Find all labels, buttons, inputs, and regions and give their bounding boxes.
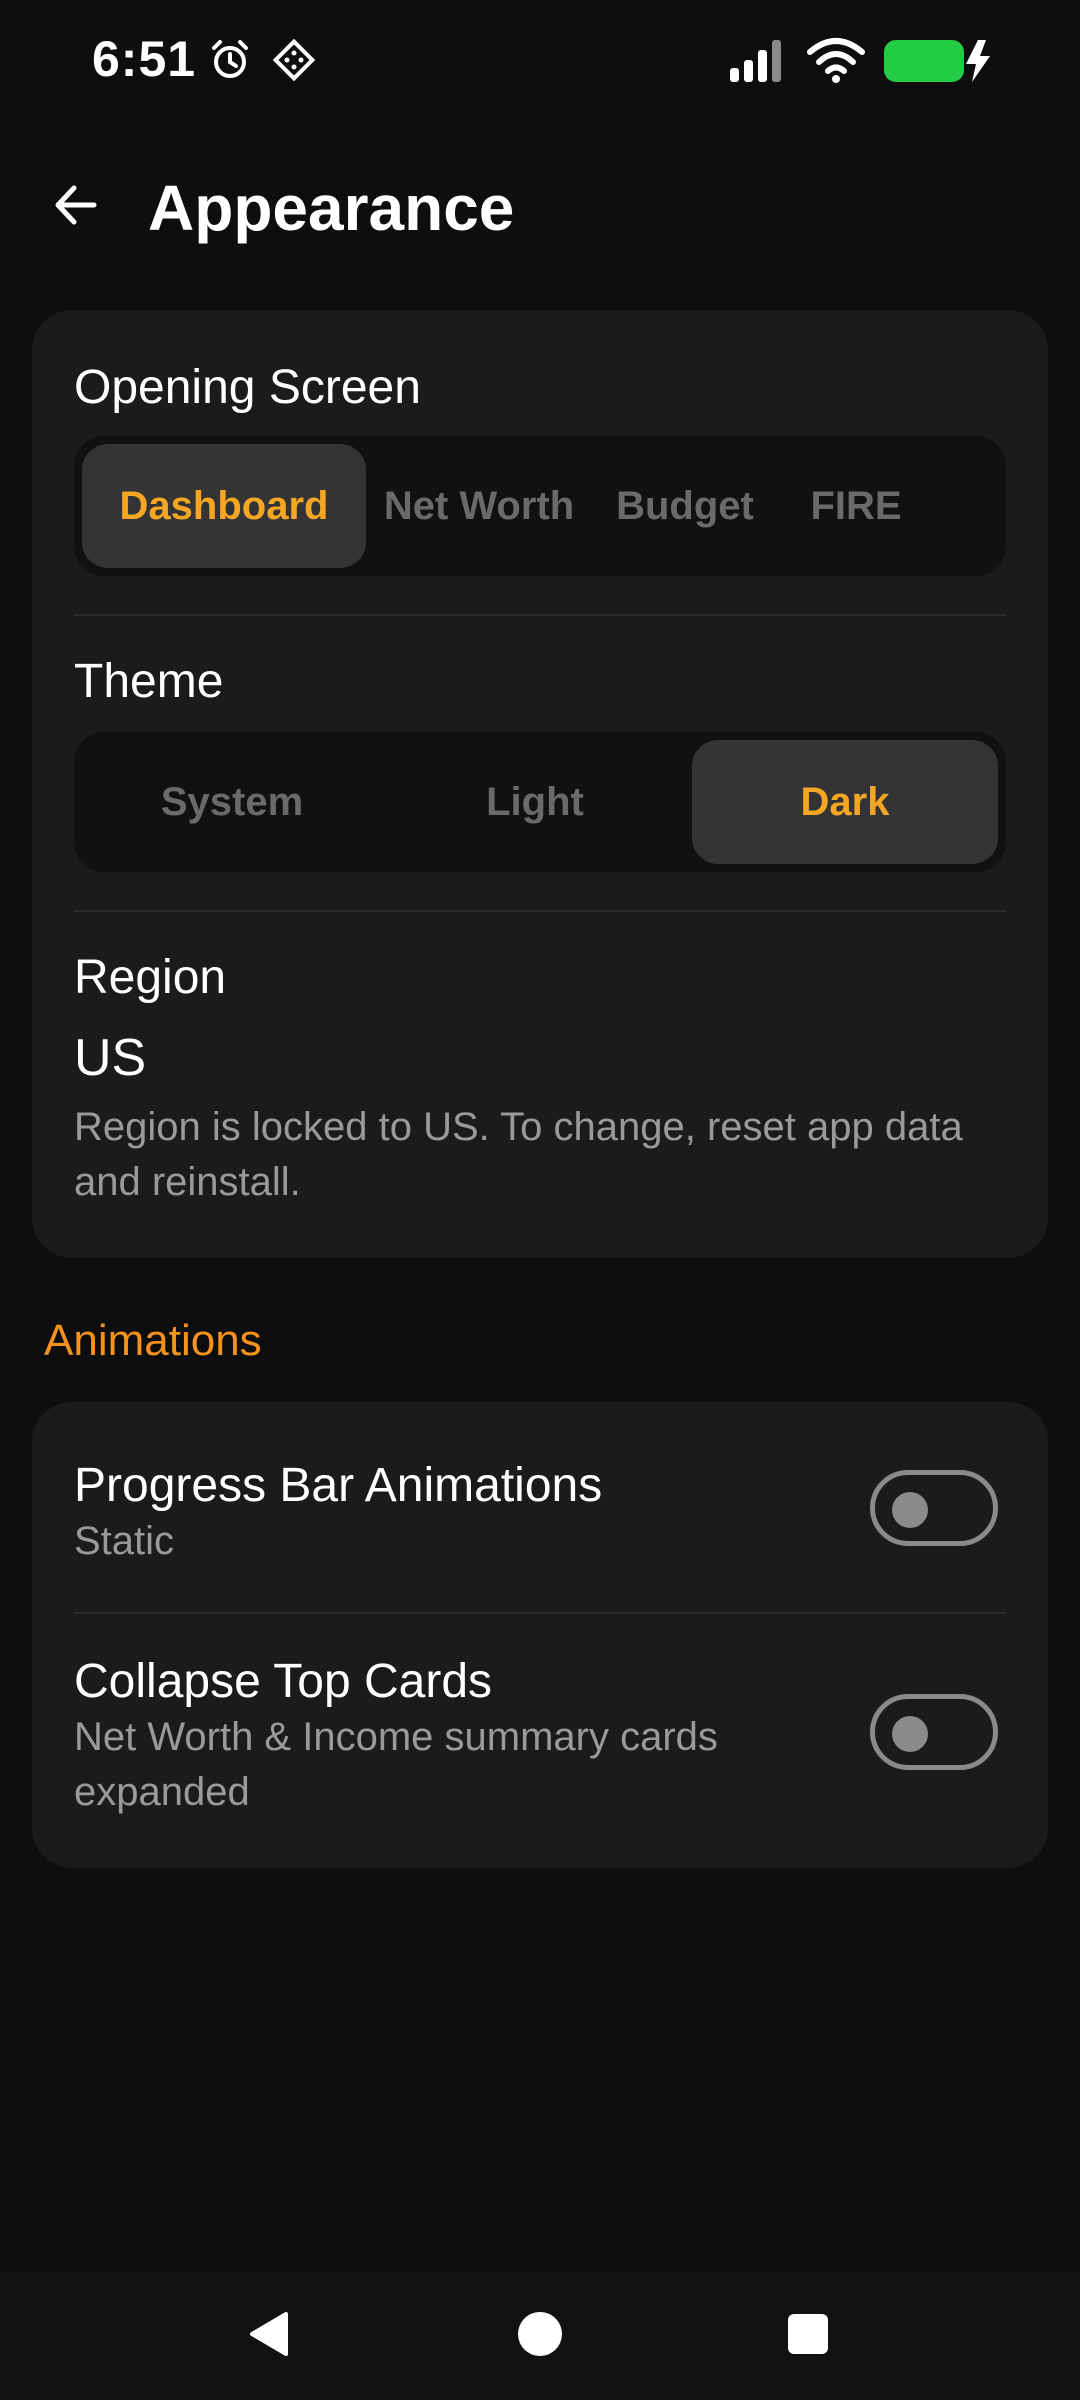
region-label: Region <box>74 951 227 1004</box>
alarm-icon <box>208 38 252 87</box>
opening-screen-option-dashboard[interactable]: Dashboard <box>82 444 366 568</box>
divider <box>74 614 1006 616</box>
nav-home-button[interactable] <box>502 2298 578 2374</box>
row-title: Collapse Top Cards <box>74 1655 493 1708</box>
signal-icon <box>728 38 788 89</box>
row-subtitle: Static <box>74 1519 175 1563</box>
back-triangle-icon <box>244 2308 296 2365</box>
arrow-left-icon <box>50 180 100 235</box>
top-app-bar: Appearance <box>0 140 1080 270</box>
back-button[interactable] <box>40 172 110 242</box>
nav-recents-button[interactable] <box>770 2298 846 2374</box>
theme-option-system[interactable]: System <box>82 740 382 864</box>
region-note: Region is locked to US. To change, reset… <box>74 1105 963 1204</box>
battery-charging-icon <box>882 38 994 89</box>
appearance-settings-card: Opening Screen Dashboard Net Worth Budge… <box>32 310 1048 1258</box>
theme-label: Theme <box>74 655 224 708</box>
system-navigation-bar <box>0 2272 1080 2400</box>
status-bar: 6:51 <box>0 0 1080 124</box>
row-subtitle: Net Worth & Income summary cards expande… <box>74 1715 718 1814</box>
divider <box>74 1612 1006 1614</box>
region-value: US <box>74 1029 147 1087</box>
theme-selector: System Light Dark <box>74 732 1006 872</box>
animations-heading: Animations <box>44 1316 262 1365</box>
theme-option-dark[interactable]: Dark <box>692 740 998 864</box>
recents-square-icon <box>782 2308 834 2365</box>
opening-screen-option-budget[interactable]: Budget <box>592 444 778 568</box>
wifi-icon <box>806 36 866 89</box>
theme-option-light[interactable]: Light <box>382 740 688 864</box>
page-title: Appearance <box>148 172 515 244</box>
nav-back-button[interactable] <box>232 2298 308 2374</box>
system-app-icon <box>272 38 316 87</box>
opening-screen-option-fire[interactable]: FIRE <box>778 444 934 568</box>
progress-bar-animations-toggle[interactable] <box>870 1470 998 1546</box>
animations-settings-card: Progress Bar Animations Static Collapse … <box>32 1402 1048 1868</box>
home-circle-icon <box>514 2308 566 2365</box>
opening-screen-label: Opening Screen <box>74 361 421 414</box>
opening-screen-selector: Dashboard Net Worth Budget FIRE <box>74 436 1006 576</box>
divider <box>74 910 1006 912</box>
row-title: Progress Bar Animations <box>74 1459 603 1512</box>
collapse-top-cards-toggle[interactable] <box>870 1694 998 1770</box>
toggle-knob <box>892 1492 928 1528</box>
opening-screen-option-net-worth[interactable]: Net Worth <box>366 444 592 568</box>
toggle-knob <box>892 1716 928 1752</box>
status-time: 6:51 <box>92 31 197 87</box>
